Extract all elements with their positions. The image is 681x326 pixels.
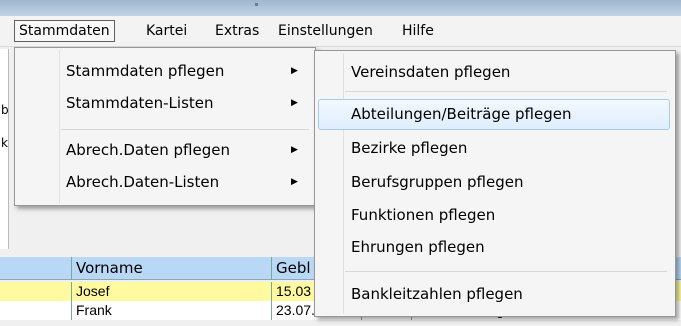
menu-kartei[interactable]: Kartei (142, 21, 191, 41)
menuitem-label: Abteilungen/Beiträge pflegen (351, 105, 572, 123)
side-letter: b (1, 103, 9, 117)
menuitem-bankleitzahlen-pflegen[interactable]: Bankleitzahlen pflegen (351, 279, 523, 309)
menu-einstellungen-label: Einstellungen (278, 23, 373, 39)
menuitem-label: Bezirke pflegen (351, 139, 468, 157)
menu-gutter (59, 50, 60, 203)
menubar: Stammdaten Kartei Extras Einstellungen H… (0, 16, 681, 47)
menuitem-berufsgruppen-pflegen[interactable]: Berufsgruppen pflegen (351, 167, 524, 197)
menu-hilfe[interactable]: Hilfe (398, 21, 438, 41)
submenu-arrow-icon: ▶ (291, 98, 298, 108)
menu-separator (61, 129, 309, 130)
menuitem-label: Vereinsdaten pflegen (351, 63, 511, 81)
menu-separator (345, 271, 667, 272)
menuitem-label: Ehrungen pflegen (351, 238, 485, 256)
submenu-arrow-icon: ▶ (291, 66, 298, 76)
menuitem-funktionen-pflegen[interactable]: Funktionen pflegen (351, 200, 495, 230)
stammdaten-pflegen-submenu: Vereinsdaten pflegen Abteilungen/Beiträg… (314, 50, 676, 317)
menuitem-stammdaten-pflegen[interactable]: Stammdaten pflegen (66, 56, 224, 86)
menu-gutter (343, 53, 344, 314)
menuitem-abrech-daten-listen[interactable]: Abrech.Daten-Listen (66, 167, 219, 197)
menu-separator (345, 91, 667, 92)
menu-einstellungen[interactable]: Einstellungen (274, 21, 377, 41)
side-letter: k (1, 136, 8, 150)
menuitem-label: Bankleitzahlen pflegen (351, 285, 523, 303)
cell-vorname: Josef (71, 282, 271, 301)
menuitem-bezirke-pflegen[interactable]: Bezirke pflegen (351, 133, 467, 163)
window-titlebar (0, 0, 681, 16)
titlebar-mark (255, 3, 258, 6)
menuitem-abrech-daten-pflegen[interactable]: Abrech.Daten pflegen (66, 135, 230, 165)
cell-vorname: Frank (71, 301, 271, 320)
submenu-arrow-icon: ▶ (291, 145, 298, 155)
menuitem-vereinsdaten-pflegen[interactable]: Vereinsdaten pflegen (351, 57, 510, 87)
menu-extras-label: Extras (215, 23, 260, 39)
menuitem-abteilungen-beitraege-pflegen[interactable]: Abteilungen/Beiträge pflegen (351, 99, 571, 129)
menu-extras[interactable]: Extras (211, 21, 263, 41)
menu-stammdaten-label: Stammdaten (19, 23, 110, 39)
menuitem-stammdaten-listen[interactable]: Stammdaten-Listen (66, 88, 214, 118)
menu-kartei-label: Kartei (146, 23, 188, 39)
menu-stammdaten[interactable]: Stammdaten (14, 20, 115, 42)
menuitem-label: Funktionen pflegen (351, 206, 496, 224)
stammdaten-dropdown: Stammdaten pflegen ▶ Stammdaten-Listen ▶… (14, 47, 316, 206)
menuitem-ehrungen-pflegen[interactable]: Ehrungen pflegen (351, 232, 485, 262)
menuitem-label: Abrech.Daten-Listen (66, 173, 220, 191)
menuitem-label: Stammdaten pflegen (66, 62, 225, 80)
menu-hilfe-label: Hilfe (402, 23, 434, 39)
menuitem-label: Abrech.Daten pflegen (66, 141, 230, 159)
menuitem-label: Stammdaten-Listen (66, 94, 214, 112)
column-header-vorname[interactable]: Vorname (71, 257, 271, 279)
submenu-arrow-icon: ▶ (291, 177, 298, 187)
menuitem-label: Berufsgruppen pflegen (351, 173, 524, 191)
